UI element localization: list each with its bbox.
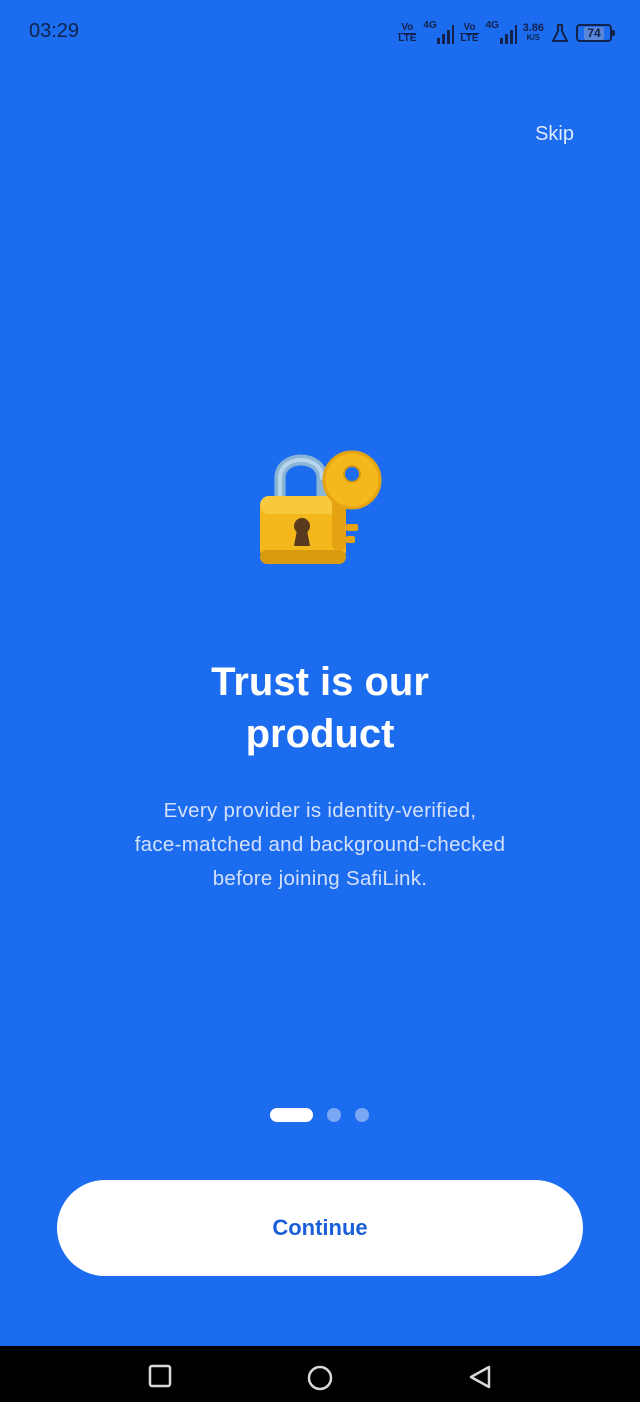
battery-icon: 74 [576, 24, 615, 42]
page-dot [355, 1108, 369, 1122]
page-indicator [270, 1108, 369, 1122]
status-bar: 03:29 Vo LTE 4G Vo LTE 4G 3.86 K/S 74 [0, 0, 640, 66]
description-line: Every provider is identity-verified, [163, 799, 477, 822]
home-circle-icon[interactable] [306, 1364, 334, 1392]
back-triangle-icon[interactable] [467, 1364, 493, 1390]
page-title: Trust is our product [0, 656, 640, 760]
network-speed: 3.86 K/S [522, 22, 544, 43]
continue-button[interactable]: Continue [57, 1180, 583, 1276]
skip-button[interactable]: Skip [535, 123, 574, 146]
page-dot-active [270, 1108, 313, 1122]
status-time: 03:29 [29, 20, 80, 42]
title-line: Trust is our [211, 660, 429, 704]
onboarding-screen: 03:29 Vo LTE 4G Vo LTE 4G 3.86 K/S 74 Sk… [0, 0, 640, 1402]
description-line: before joining SafiLink. [212, 867, 428, 890]
page-description: Every provider is identity-verified, fac… [0, 794, 640, 896]
lab-flask-icon [552, 24, 568, 42]
recents-square-icon[interactable] [148, 1364, 172, 1388]
lock-with-key-icon [260, 450, 382, 564]
signal-icon: 4G [423, 20, 455, 44]
status-icons: Vo LTE 4G Vo LTE 4G 3.86 K/S 74 [398, 20, 615, 46]
volte-icon: Vo LTE [460, 21, 479, 44]
navigation-bar [0, 1346, 640, 1402]
volte-icon: Vo LTE [398, 21, 417, 44]
description-line: face-matched and background-checked [134, 833, 506, 856]
page-dot [327, 1108, 341, 1122]
title-line: product [245, 712, 395, 756]
signal-icon: 4G [486, 20, 517, 44]
